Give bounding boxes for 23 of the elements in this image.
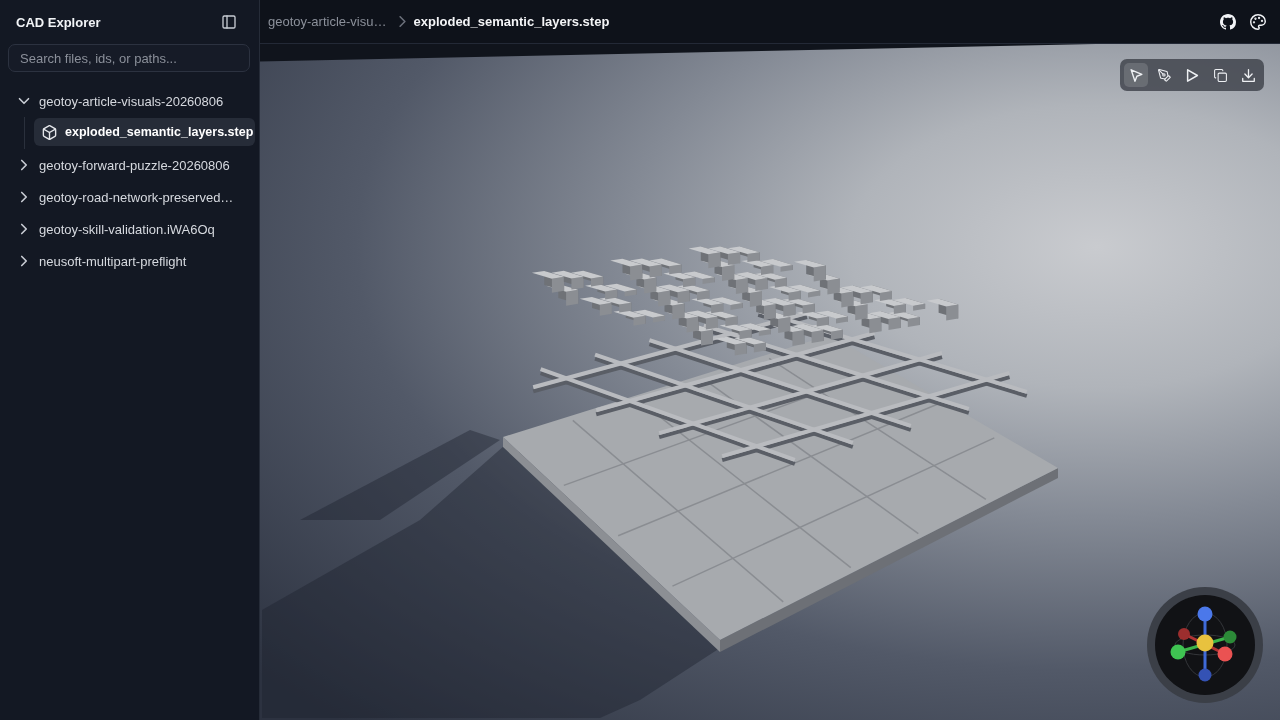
download-icon <box>1241 68 1255 82</box>
chevron-icon <box>398 16 406 27</box>
app-title: CAD Explorer <box>16 14 101 30</box>
breadcrumb-link[interactable]: exploded_semantic_layers.step <box>413 14 610 29</box>
play-icon <box>1185 68 1199 82</box>
pen-nib-icon <box>1157 68 1171 82</box>
pointer-icon <box>1129 68 1143 82</box>
3d-viewport[interactable] <box>260 44 1280 720</box>
panel-left-icon <box>221 14 237 30</box>
github-icon <box>1220 13 1236 30</box>
folder-item[interactable]: geotoy-road-network-preserved… <box>8 181 255 213</box>
folder-item[interactable]: neusoft-multipart-preflight <box>8 245 255 277</box>
search-field[interactable]: Search files, ids, or paths... <box>8 44 250 72</box>
file-item[interactable]: exploded_semantic_layers.step <box>34 118 255 146</box>
breadcrumb-link[interactable]: geotoy-article-visu… <box>268 14 387 29</box>
folder-item[interactable]: geotoy-article-visuals-20260806 <box>8 85 255 117</box>
folder-item[interactable]: geotoy-skill-validation.iWA6Oq <box>8 213 255 245</box>
palette-icon <box>1250 13 1266 30</box>
folder-item[interactable]: geotoy-forward-puzzle-20260806 <box>8 149 255 181</box>
axis-gizmo-drawing[interactable] <box>1147 587 1263 703</box>
cube-icon <box>42 124 57 140</box>
copy-icon <box>1213 68 1227 82</box>
select-tool-button[interactable] <box>1124 63 1148 87</box>
